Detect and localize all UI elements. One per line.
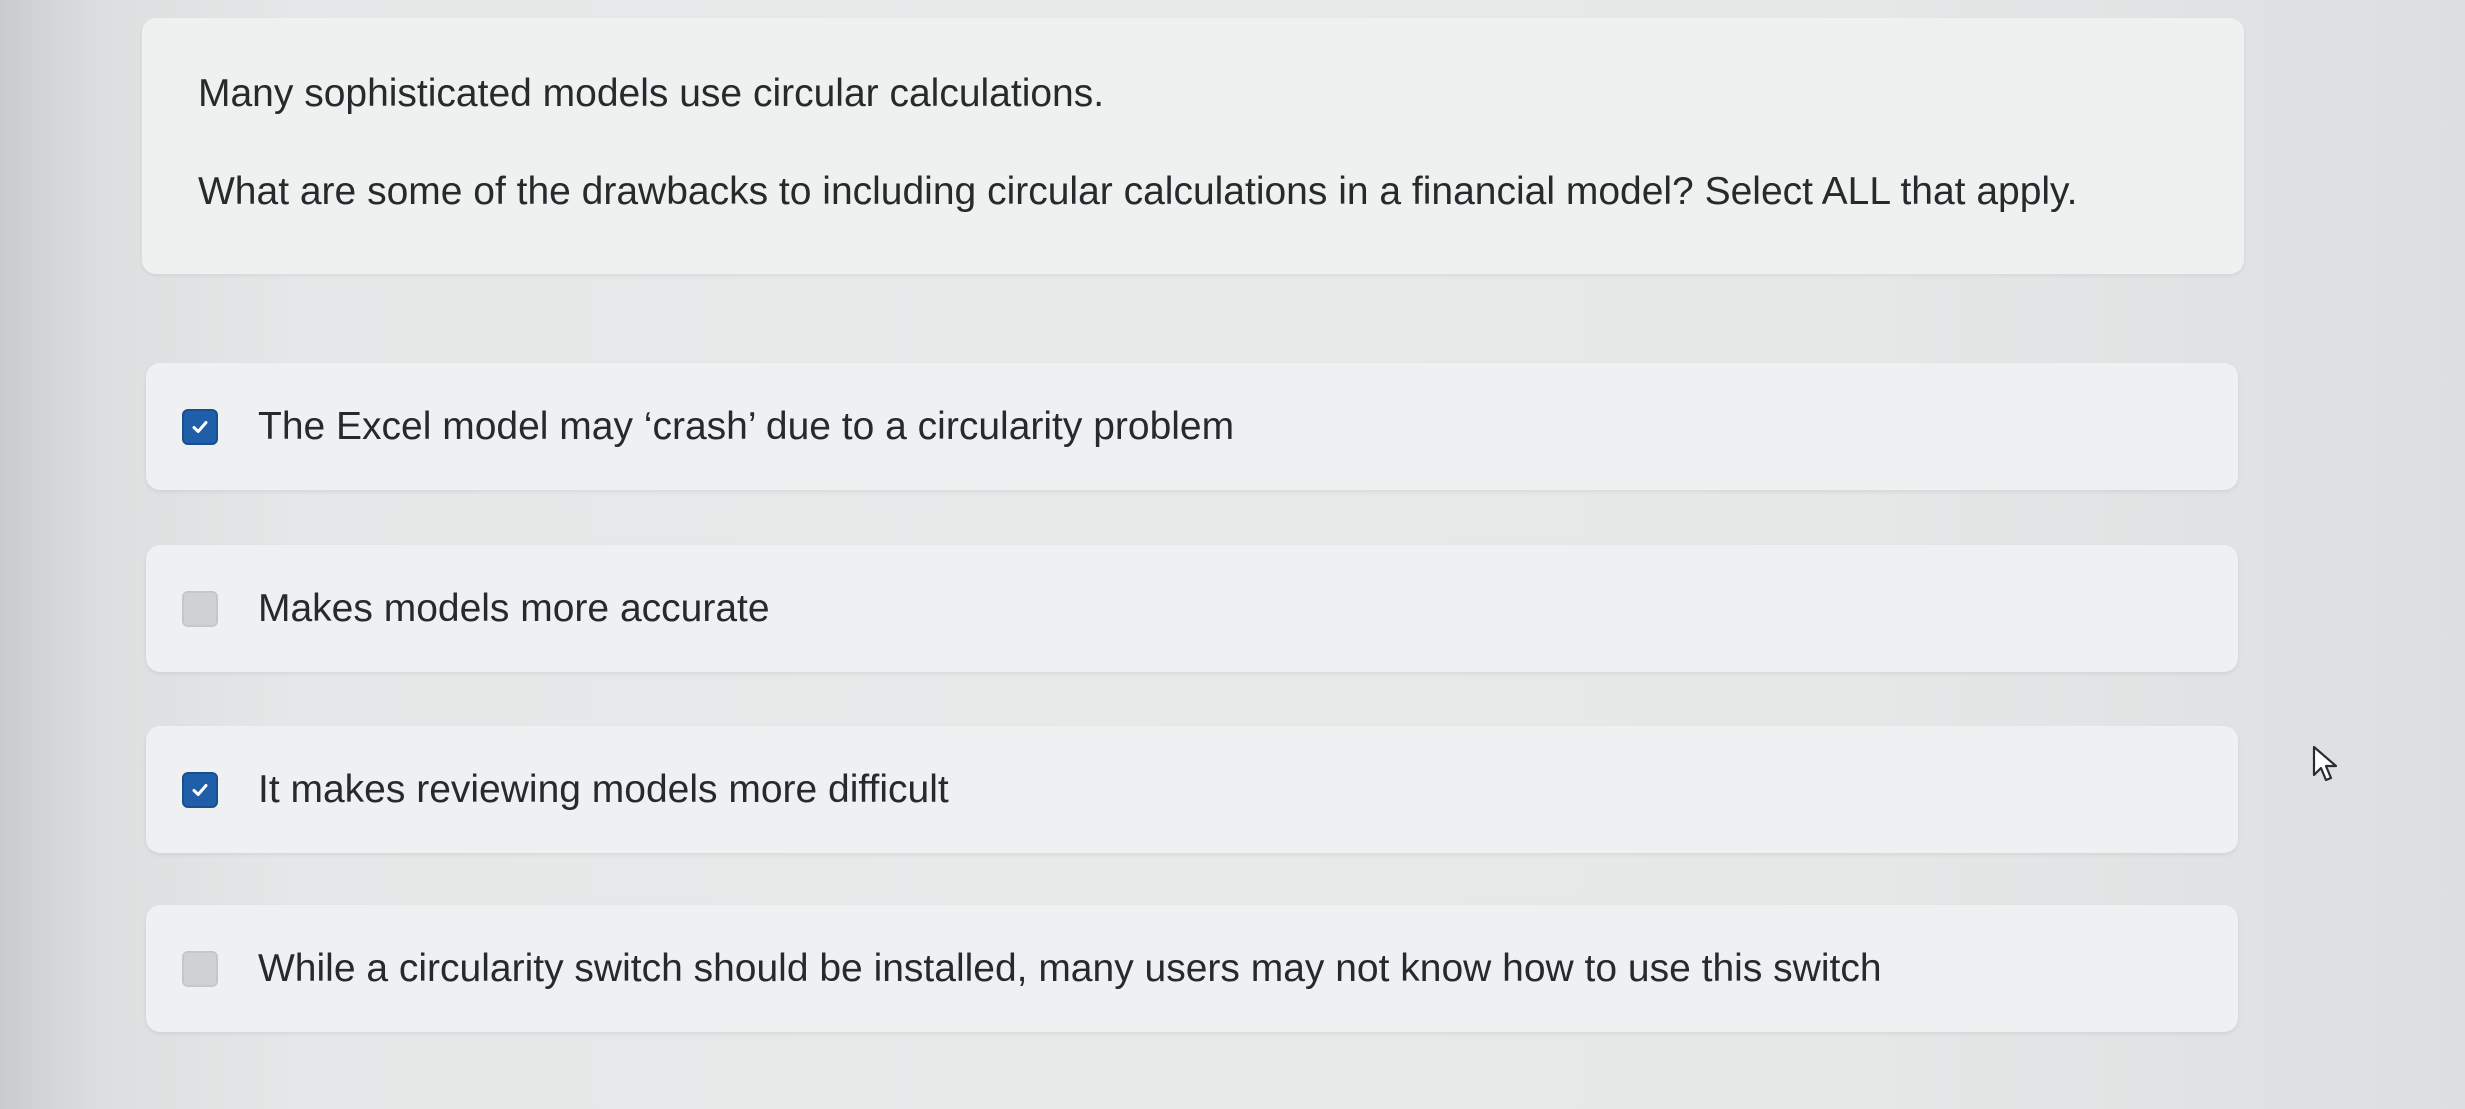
check-icon <box>192 783 208 796</box>
answer-option[interactable]: Makes models more accurate <box>146 545 2238 672</box>
option-label: While a circularity switch should be ins… <box>258 946 1882 990</box>
mouse-pointer-icon <box>2312 745 2338 782</box>
question-prompt: What are some of the drawbacks to includ… <box>198 170 2078 213</box>
option-label: Makes models more accurate <box>258 586 770 630</box>
answer-option[interactable]: While a circularity switch should be ins… <box>146 905 2238 1032</box>
option-checkbox[interactable] <box>182 771 218 808</box>
question-intro: Many sophisticated models use circular c… <box>198 72 1105 115</box>
answer-option[interactable]: The Excel model may ‘crash’ due to a cir… <box>146 363 2238 490</box>
option-checkbox[interactable] <box>182 408 218 445</box>
option-label: The Excel model may ‘crash’ due to a cir… <box>258 404 1235 448</box>
answer-option[interactable]: It makes reviewing models more difficult <box>146 726 2238 853</box>
check-icon <box>192 420 208 433</box>
option-label: It makes reviewing models more difficult <box>258 767 949 811</box>
option-checkbox[interactable] <box>182 950 218 987</box>
option-checkbox[interactable] <box>182 590 218 627</box>
question-card: Many sophisticated models use circular c… <box>142 18 2244 274</box>
